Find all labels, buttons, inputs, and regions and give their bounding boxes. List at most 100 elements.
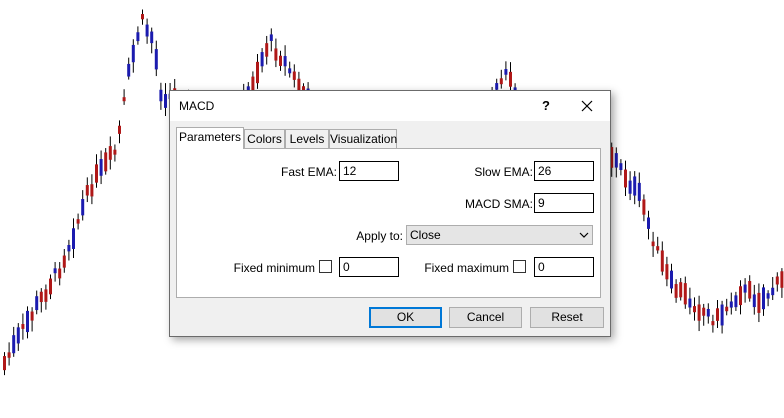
candle-body [628,180,632,194]
candle-body [725,306,729,312]
candle [757,283,761,323]
ok-button[interactable]: OK [369,307,442,328]
candle [780,268,784,298]
cancel-button[interactable]: Cancel [449,307,522,328]
candle-body [53,268,57,274]
candle-body [154,49,158,70]
candle-body [16,327,20,344]
candle-body [274,48,278,61]
candle-body [780,271,784,288]
candle-body [145,24,149,37]
candle-body [716,308,719,321]
candle [274,38,278,68]
candle [729,292,733,315]
candle-body [265,43,269,57]
candle [775,272,779,292]
candle-body [775,276,779,285]
tab-levels[interactable]: Levels [285,129,329,148]
fixed-maximum-checkbox[interactable] [513,260,526,273]
candle [702,303,706,326]
candle [688,287,692,315]
candle [679,278,683,301]
macd-sma-label: MACD SMA: [464,197,533,211]
tab-colors[interactable]: Colors [244,129,285,148]
help-button[interactable]: ? [536,96,556,116]
candle-body [702,307,706,316]
candle-body [58,268,62,279]
candle-body [642,199,646,215]
candle-body [757,292,761,313]
candle [499,69,503,89]
candle-body [683,283,687,305]
candle-body [697,304,701,321]
fixed-minimum-checkbox[interactable] [319,260,332,273]
candle [725,298,729,316]
candle [67,239,71,261]
candle [716,300,719,329]
close-icon [581,100,593,112]
candle-body [288,68,292,74]
tab-parameters[interactable]: Parameters [176,127,244,149]
candle [85,177,89,203]
close-button[interactable] [575,96,599,116]
candle-body [283,56,287,67]
candle [164,83,167,116]
candle [665,256,669,287]
candle [674,279,678,303]
macd-dialog: MACD ? Parameters Colors Levels Visualiz… [169,90,611,337]
dialog-titlebar[interactable]: MACD ? [170,91,610,121]
fixed-maximum-label: Fixed maximum [424,261,509,275]
candle [35,290,39,315]
candle [752,284,756,315]
candle [145,18,149,44]
candle [292,64,296,88]
slow-ema-input[interactable] [534,161,594,181]
candle [136,26,140,45]
candle-body [260,52,264,67]
candle-body [624,169,627,188]
candle-body [665,264,669,280]
candle-body [269,34,273,41]
candle [619,159,623,176]
candle-body [674,284,678,298]
candle [16,323,20,351]
candle-body [637,182,641,201]
dialog-body: Parameters Colors Levels Visualization F… [170,121,610,336]
candle [762,284,765,316]
candle-body [693,306,696,313]
candle [122,89,126,105]
candle [141,9,144,25]
candle [30,307,34,332]
parameters-panel: Fast EMA: Slow EMA: MACD SMA: Apply to: … [176,148,601,298]
candle [39,288,43,313]
reset-button[interactable]: Reset [530,307,604,328]
candle-body [509,71,512,87]
candle [683,276,687,309]
tab-visualization[interactable]: Visualization [329,129,397,148]
fast-ema-input[interactable] [339,161,399,181]
fixed-minimum-input[interactable] [339,257,399,277]
candle [131,39,135,73]
candle-body [614,153,618,168]
candle [95,154,98,188]
apply-to-value: Close [410,228,441,242]
candle-body [748,281,752,299]
candle [53,262,57,282]
candle-body [118,125,121,134]
candle [660,241,664,276]
macd-sma-input[interactable] [534,193,594,213]
candle-body [279,55,282,66]
fixed-maximum-input[interactable] [534,257,594,277]
candle [72,218,75,258]
candle [633,171,637,205]
candle [656,236,660,254]
candle-body [164,94,167,108]
candle-body [504,69,508,75]
apply-to-label: Apply to: [356,229,403,243]
candle [288,61,292,78]
candle-body [127,63,131,77]
candle [44,284,48,310]
apply-to-select[interactable]: Close [406,225,593,245]
candle [159,82,163,110]
candle [7,342,11,366]
